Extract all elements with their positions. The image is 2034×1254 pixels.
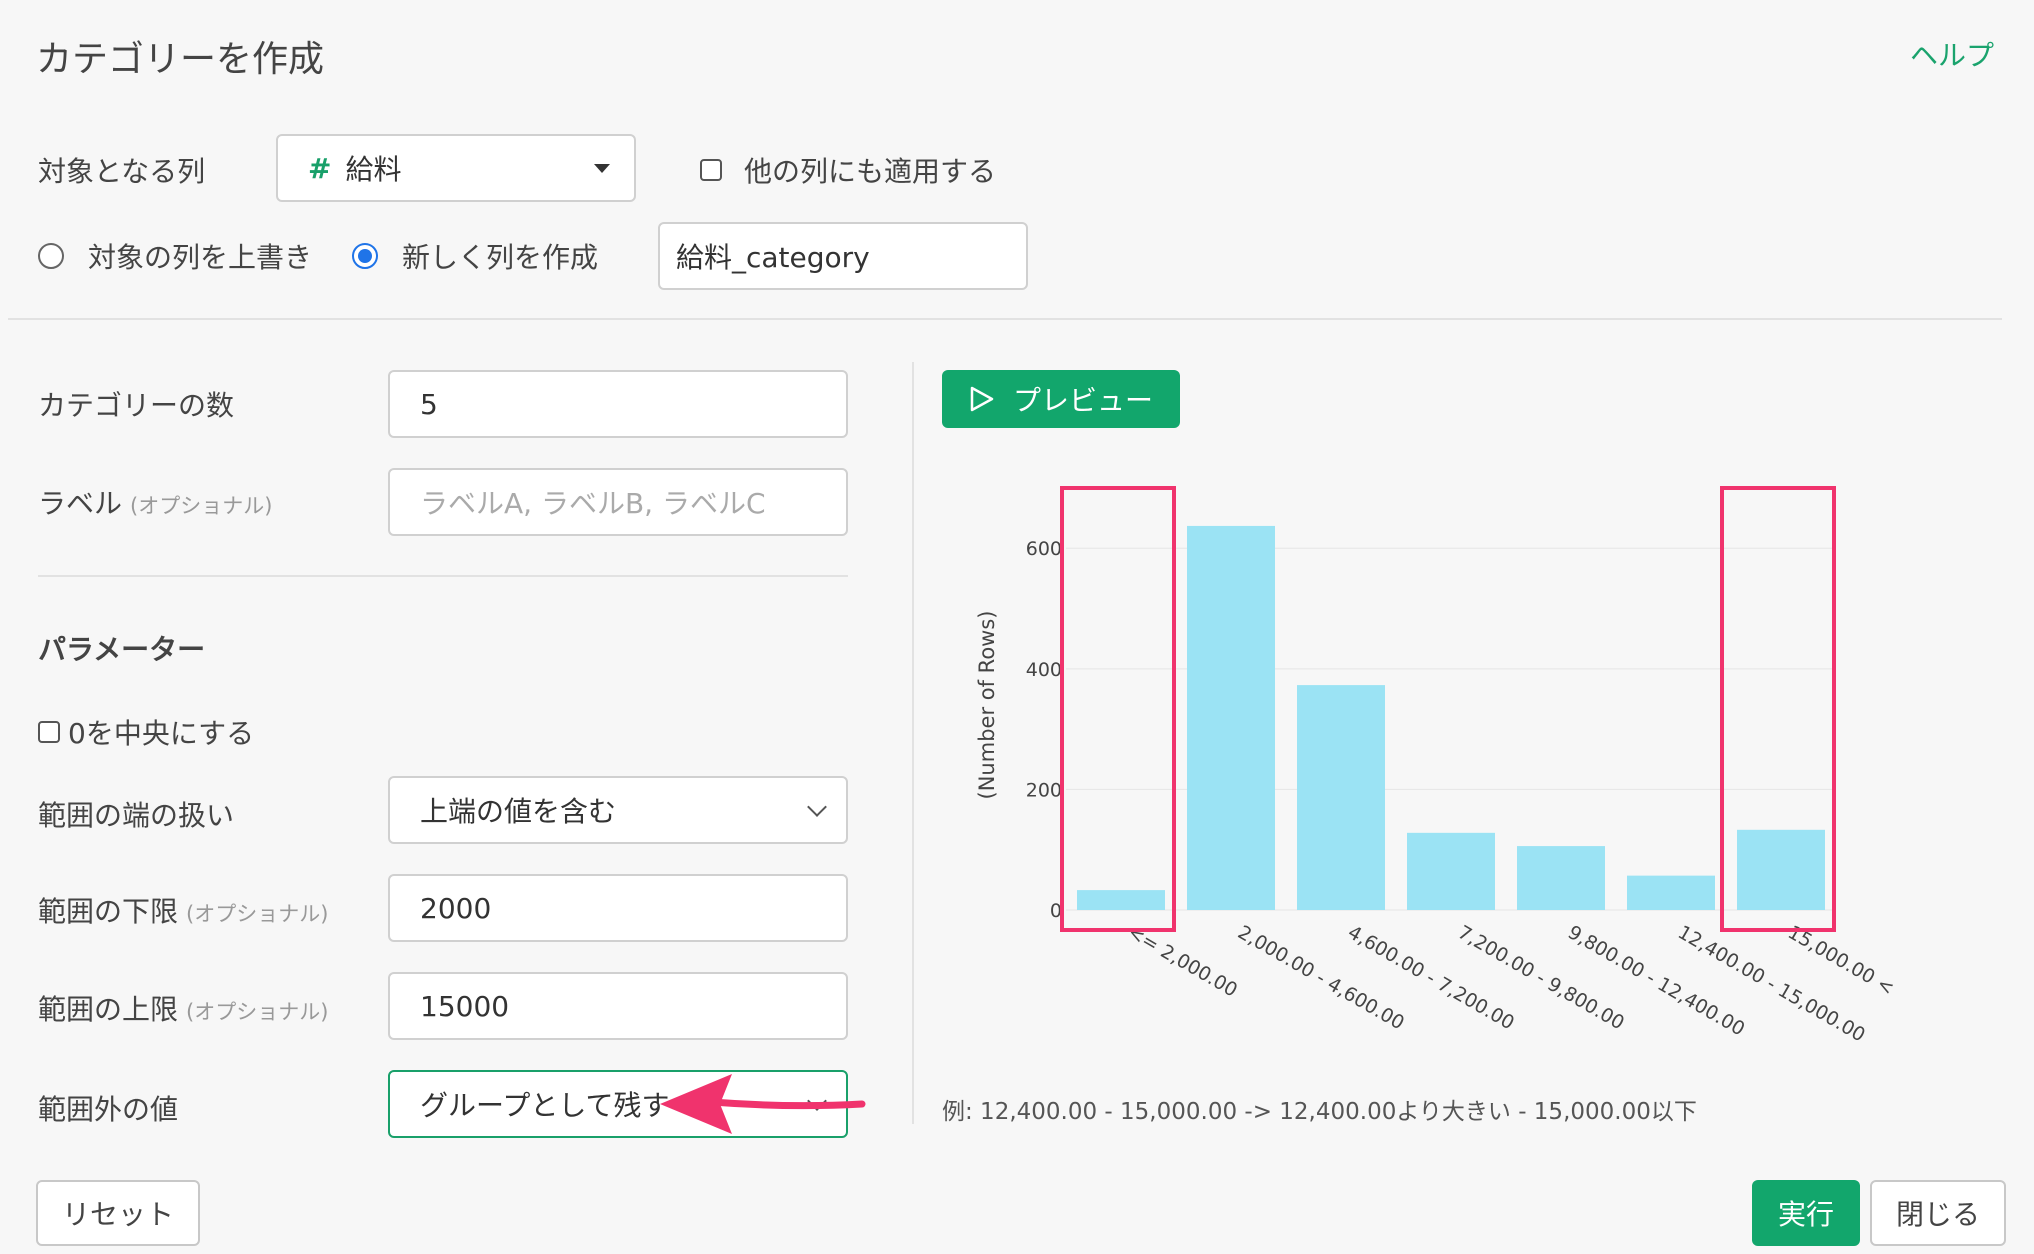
close-button[interactable]: 閉じる bbox=[1870, 1180, 2006, 1246]
histogram-bar bbox=[1187, 525, 1275, 910]
histogram-chart: 0200400600<= 2,000.002,000.00 - 4,600.00… bbox=[975, 486, 1898, 1047]
reset-button[interactable]: リセット bbox=[36, 1180, 200, 1246]
histogram-bar bbox=[1517, 846, 1605, 910]
x-tick-label: 12,400.00 - 15,000.00 bbox=[1674, 921, 1869, 1046]
highlight-box bbox=[1060, 486, 1176, 932]
histogram-bar bbox=[1077, 890, 1165, 910]
example-text: 例: 12,400.00 - 15,000.00 -> 12,400.00より大… bbox=[942, 1099, 1697, 1125]
histogram-bar bbox=[1627, 875, 1715, 910]
y-tick-label: 200 bbox=[1026, 779, 1062, 801]
histogram-bar bbox=[1737, 829, 1825, 910]
y-axis-label: (Number of Rows) bbox=[975, 611, 999, 800]
histogram-bar bbox=[1407, 832, 1495, 910]
x-tick-label: <= 2,000.00 bbox=[1124, 921, 1241, 1001]
y-tick-label: 400 bbox=[1026, 659, 1062, 681]
x-tick-label: 9,800.00 - 12,400.00 bbox=[1564, 921, 1748, 1040]
run-button[interactable]: 実行 bbox=[1752, 1180, 1860, 1246]
histogram-bar bbox=[1297, 685, 1385, 910]
y-tick-label: 600 bbox=[1026, 538, 1062, 560]
